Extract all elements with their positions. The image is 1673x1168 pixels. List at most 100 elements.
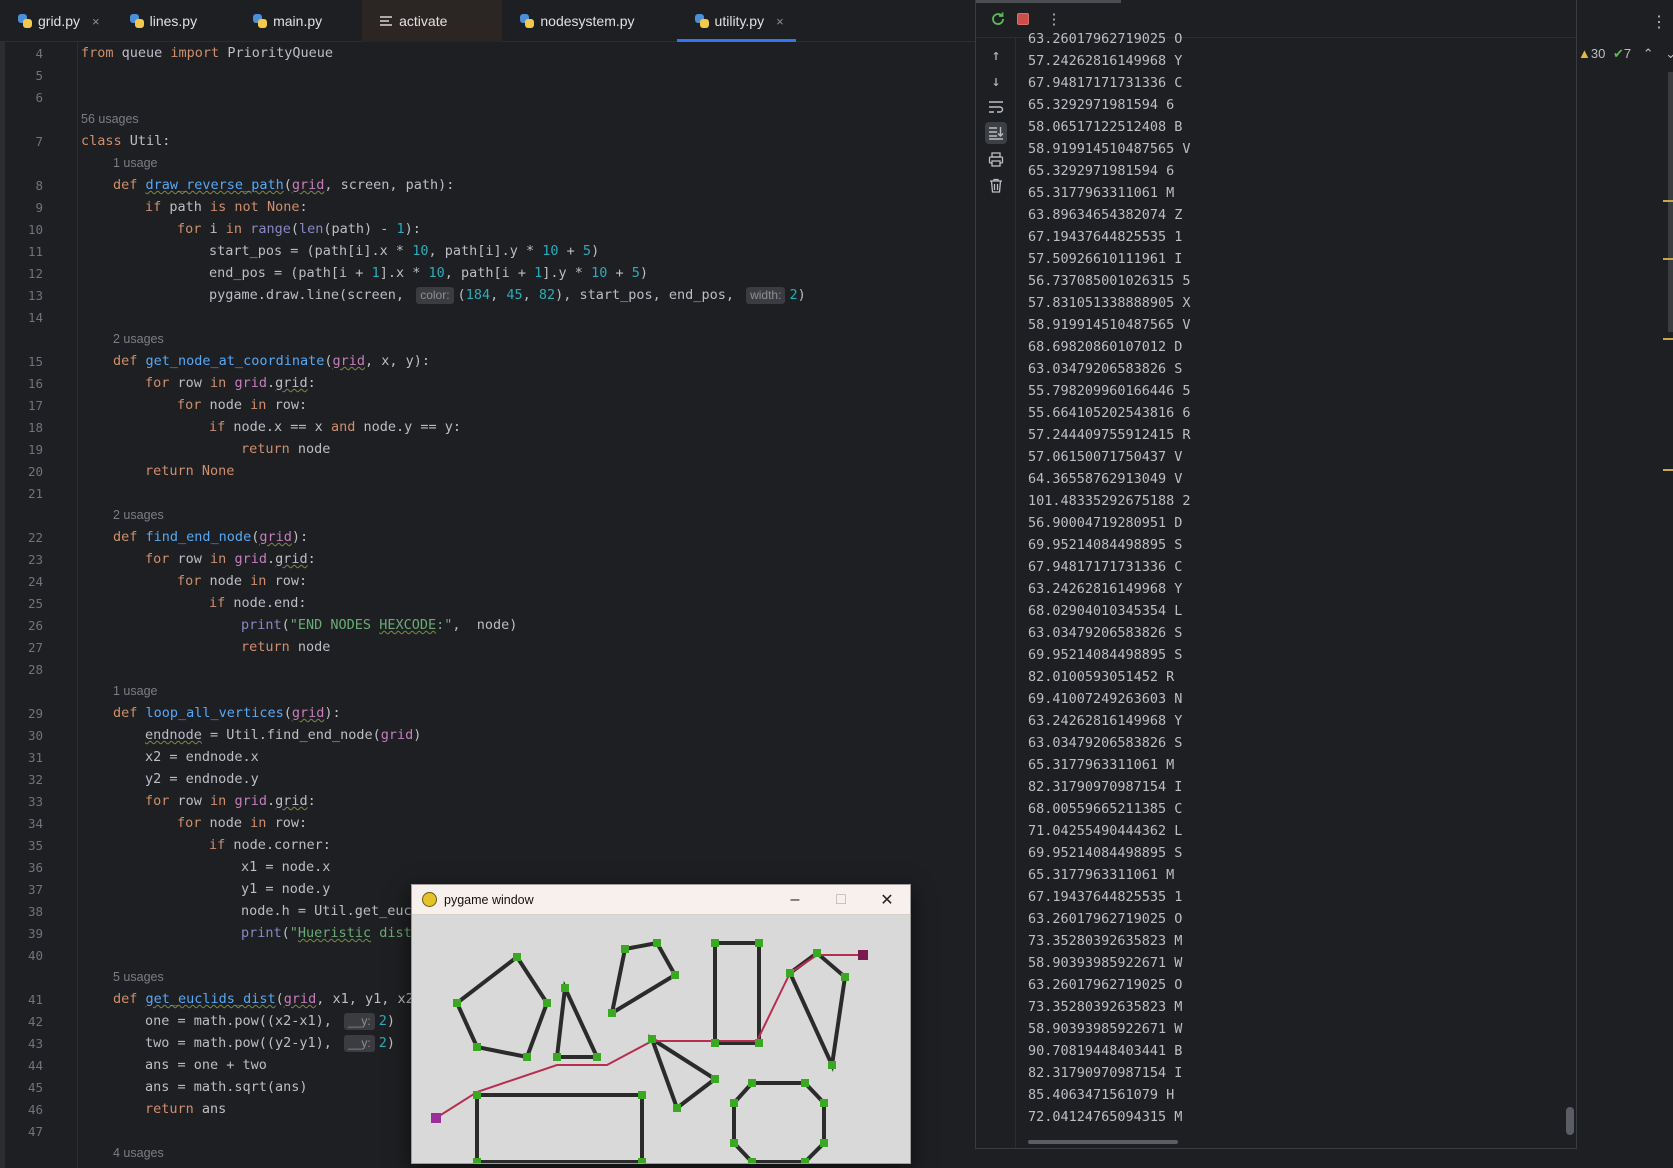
pygame-window[interactable]: pygame window – □ ✕	[411, 884, 911, 1164]
chevron-up-icon[interactable]: ⌃	[1643, 46, 1654, 61]
line-number: 23	[27, 552, 43, 567]
tab-utility-py[interactable]: utility.py ×	[676, 0, 796, 42]
print-icon[interactable]	[985, 148, 1007, 170]
error-stripe-marker[interactable]	[1663, 469, 1673, 471]
usage-hint[interactable]: 1 usage	[113, 152, 157, 174]
obstacle-polygon	[713, 941, 761, 1045]
python-file-icon	[520, 14, 535, 28]
line-number: 28	[27, 662, 43, 677]
code-line: start_pos = (path[i].x * 10, path[i].y *…	[209, 243, 600, 259]
obstacle-polygon	[732, 1081, 826, 1163]
usage-hint[interactable]: 4 usages	[113, 1142, 164, 1164]
code-line: one = math.pow((x2-x1), __y: 2)	[145, 1013, 396, 1030]
console-line: 68.00559665211385 C	[1028, 801, 1183, 817]
line-number: 10	[27, 222, 43, 237]
corner-node	[671, 971, 679, 979]
console-horizontal-scrollbar[interactable]	[1028, 1140, 1178, 1144]
line-number: 29	[27, 706, 43, 721]
console-line: 65.3292971981594 6	[1028, 163, 1175, 179]
error-stripe-marker[interactable]	[1663, 200, 1673, 202]
chevron-down-icon[interactable]: ⌄	[1665, 46, 1673, 61]
run-tool-window: ⋮ ↑ ↓ 63.26017962719025 O 57.242628161499…	[975, 0, 1577, 1149]
code-line: for row in grid.grid:	[145, 375, 316, 391]
line-number: 7	[35, 134, 43, 149]
console-line: 58.90393985922671 W	[1028, 955, 1183, 971]
console-line: 65.3177963311061 M	[1028, 757, 1175, 773]
pygame-canvas[interactable]	[412, 915, 910, 1163]
error-stripe-marker[interactable]	[1663, 258, 1673, 260]
stop-icon[interactable]	[1012, 8, 1034, 30]
line-number: 46	[27, 1102, 43, 1117]
code-line: if node.end:	[209, 595, 307, 611]
more-options-icon[interactable]: ⋮	[1651, 12, 1667, 31]
corner-node	[711, 939, 719, 947]
usage-hint[interactable]: 1 usage	[113, 680, 157, 702]
line-number: 25	[27, 596, 43, 611]
editor-right-gutter: ▲30 ✔7 ⌃ ⌄ ⋮	[1578, 0, 1673, 1168]
scroll-to-end-icon[interactable]	[985, 122, 1007, 144]
pygame-titlebar[interactable]: pygame window – □ ✕	[412, 885, 910, 915]
corner-node	[653, 939, 661, 947]
console-line: 58.919914510487565 V	[1028, 141, 1191, 157]
close-tab-icon[interactable]: ×	[92, 14, 100, 29]
clear-all-icon[interactable]	[985, 174, 1007, 196]
inspection-status[interactable]: ▲30 ✔7 ⌃ ⌄	[1578, 46, 1673, 62]
code-line: x2 = endnode.x	[145, 749, 259, 765]
console-line: 67.94817171731336 C	[1028, 75, 1183, 91]
close-button[interactable]: ✕	[864, 885, 910, 915]
tab-nodesystem-py[interactable]: nodesystem.py	[502, 0, 676, 42]
console-output[interactable]: 63.26017962719025 O 57.24262816149968 Y 67…	[1028, 28, 1548, 1148]
code-line: two = math.pow((y2-y1), __y: 2)	[145, 1035, 396, 1052]
usage-hint[interactable]: 56 usages	[81, 108, 139, 130]
obstacle-polygon	[787, 950, 848, 1072]
usage-hint[interactable]: 5 usages	[113, 966, 164, 988]
console-line: 57.24262816149968 Y	[1028, 53, 1183, 69]
line-number: 15	[27, 354, 43, 369]
tab-main-py[interactable]: main.py	[235, 0, 362, 42]
usage-hint[interactable]: 2 usages	[113, 328, 164, 350]
usage-hint[interactable]: 2 usages	[113, 504, 164, 526]
tab-lines-py[interactable]: lines.py	[112, 0, 235, 42]
tab-activate[interactable]: activate	[362, 0, 503, 42]
line-number: 33	[27, 794, 43, 809]
line-number: 41	[27, 992, 43, 1007]
console-line: 56.737085001026315 5	[1028, 273, 1191, 289]
minimize-button[interactable]: –	[772, 885, 818, 915]
scroll-down-icon[interactable]: ↓	[985, 70, 1007, 92]
code-line: endnode = Util.find_end_node(grid)	[145, 727, 422, 743]
corner-node	[513, 953, 521, 961]
more-options-icon[interactable]: ⋮	[1043, 8, 1065, 30]
code-line: end_pos = (path[i + 1].x * 10, path[i + …	[209, 265, 649, 281]
rerun-icon[interactable]	[987, 8, 1009, 30]
corner-node	[813, 949, 821, 957]
code-line: y1 = node.y	[241, 881, 331, 897]
code-line: class Util:	[81, 133, 171, 149]
line-number: 21	[27, 486, 43, 501]
console-scrollbar[interactable]	[1566, 1107, 1574, 1135]
console-line: 63.26017962719025 O	[1028, 911, 1183, 927]
console-line: 67.94817171731336 C	[1028, 559, 1183, 575]
maximize-button[interactable]: □	[818, 885, 864, 915]
tab-label: grid.py	[38, 13, 81, 29]
console-line: 58.90393985922671 W	[1028, 1021, 1183, 1037]
python-file-icon	[694, 14, 709, 28]
console-line: 69.41007249263603 N	[1028, 691, 1183, 707]
param-hint: __y:	[344, 1035, 375, 1052]
code-line: from queue import PriorityQueue	[81, 45, 333, 61]
corner-node	[786, 969, 794, 977]
line-number: 26	[27, 618, 43, 633]
close-tab-icon[interactable]: ×	[776, 14, 784, 29]
tab-label: nodesystem.py	[540, 13, 635, 29]
soft-wrap-icon[interactable]	[985, 96, 1007, 118]
line-number: 30	[27, 728, 43, 743]
scroll-up-icon[interactable]: ↑	[985, 44, 1007, 66]
line-number: 9	[35, 200, 43, 215]
error-stripe-marker[interactable]	[1663, 338, 1673, 340]
tab-grid-py[interactable]: grid.py ×	[0, 0, 112, 42]
editor-scrollbar[interactable]	[1668, 72, 1673, 332]
code-line: print("END NODES HEXCODE:", node)	[241, 617, 518, 633]
console-line: 56.90004719280951 D	[1028, 515, 1183, 531]
console-line: 101.48335292675188 2	[1028, 493, 1191, 509]
line-number: 12	[27, 266, 43, 281]
line-number: 47	[27, 1124, 43, 1139]
